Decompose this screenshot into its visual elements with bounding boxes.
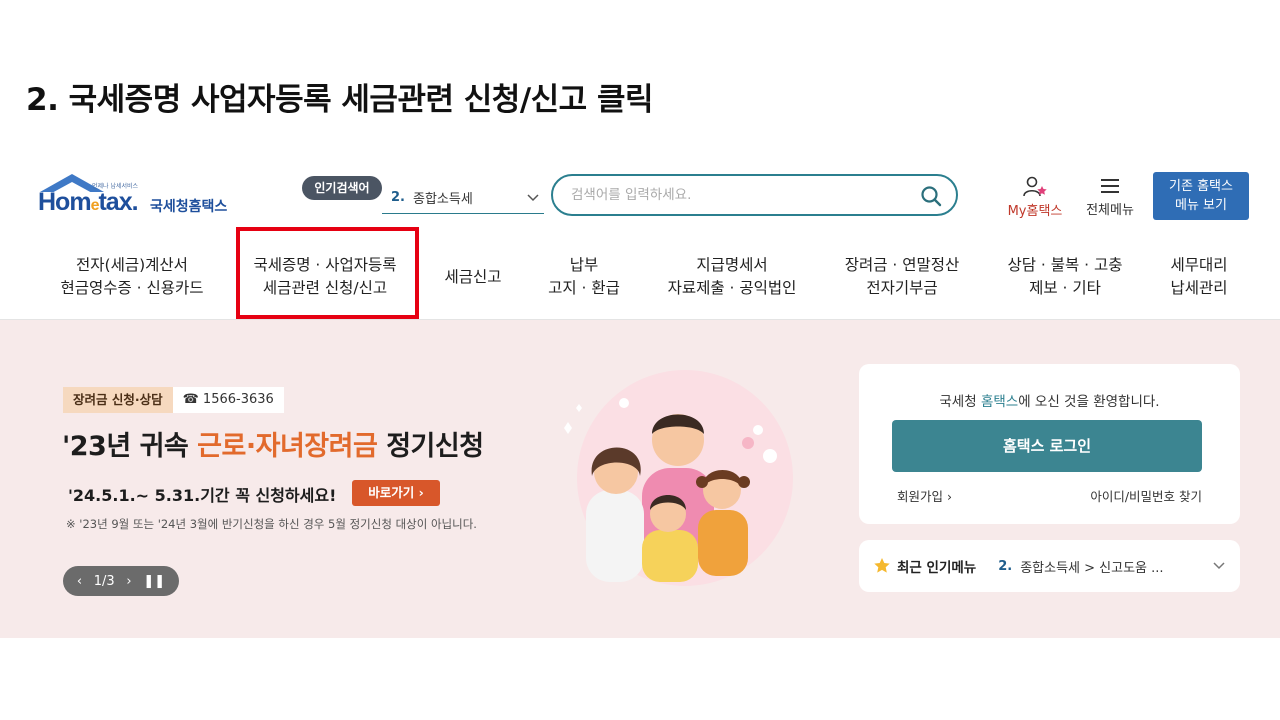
nav-label-line1: 납부	[569, 256, 599, 274]
recent-label: 최근 인기메뉴	[897, 560, 977, 576]
all-menu-label: 전체메뉴	[1086, 203, 1134, 218]
nav-label-line2: 전자기부금	[866, 279, 938, 297]
logo-name: 국세청홈택스	[150, 199, 228, 215]
promo-tag-label: 장려금 신청·상담	[63, 387, 173, 413]
nav-item-tax-agent[interactable]: 세무대리납세관리	[1170, 254, 1227, 300]
nav-item-payment-statement[interactable]: 지급명세서자료제출 · 공익법인	[668, 254, 797, 300]
popular-value: 종합소득세	[412, 192, 473, 207]
star-icon	[874, 558, 890, 573]
old-home-line2: 메뉴 보기	[1175, 198, 1227, 213]
search-bar	[551, 174, 958, 216]
prev-icon[interactable]: ‹	[77, 574, 82, 589]
promo-headline[interactable]: '23년 귀속 근로·자녀장려금 정기신청	[62, 424, 484, 463]
chevron-down-icon[interactable]	[1212, 558, 1226, 572]
all-menu-button[interactable]: 전체메뉴	[1080, 176, 1140, 220]
family-illustration	[564, 370, 793, 586]
recent-popular-menu[interactable]: 최근 인기메뉴 2. 종합소득세 > 신고도움 ...	[859, 540, 1240, 592]
hometax-header: 언제나 납세서비스 Hometax. 국세청홈택스 인기검색어 2. 종합소득세…	[0, 160, 1280, 320]
nav-label-line2: 현금영수증 · 신용카드	[60, 279, 204, 297]
welcome-text: 국세청 홈택스에 오신 것을 환영합니다.	[939, 394, 1160, 410]
slide-title: 2. 국세증명 사업자등록 세금관련 신청/신고 클릭	[26, 82, 654, 118]
nav-label-line1: 세금신고	[444, 268, 502, 286]
hamburger-icon	[1101, 179, 1119, 193]
recent-rank: 2.	[998, 558, 1013, 574]
nav-item-tax-filing[interactable]: 세금신고	[444, 266, 501, 289]
banner-pager: ‹ 1/3 › ❚❚	[63, 566, 179, 596]
nav-item-payment[interactable]: 납부고지 · 환급	[548, 254, 620, 300]
nav-label-line2: 고지 · 환급	[548, 279, 620, 297]
nav-label-line2: 제보 · 기타	[1029, 279, 1101, 297]
main-nav: 전자(세금)계산서 현금영수증 · 신용카드 국세증명 · 사업자등록 세금관련 신…	[0, 240, 1280, 320]
nav-label-line1: 세무대리	[1170, 256, 1228, 274]
chevron-right-icon: ›	[947, 489, 952, 504]
join-link[interactable]: 회원가입 ›	[897, 486, 952, 505]
popular-search-badge: 인기검색어	[302, 176, 382, 200]
chevron-right-icon: ›	[418, 485, 424, 500]
main-banner: 장려금 신청·상담 ☎ 1566-3636 '23년 귀속 근로·자녀장려금 정…	[0, 320, 1280, 638]
promo-phone: ☎ 1566-3636	[172, 387, 284, 413]
recent-value: 종합소득세 > 신고도움 ...	[1020, 560, 1164, 576]
goto-button[interactable]: 바로가기 ›	[352, 480, 440, 506]
nav-label-line2: 납세관리	[1170, 279, 1228, 297]
old-hometax-button[interactable]: 기존 홈택스 메뉴 보기	[1153, 172, 1249, 220]
pager-count: 1/3	[93, 573, 115, 589]
logo-wordmark: Hometax.	[38, 188, 139, 216]
search-icon[interactable]	[920, 185, 942, 207]
pause-icon[interactable]: ❚❚	[143, 574, 165, 589]
login-button[interactable]: 홈택스 로그인	[892, 420, 1202, 472]
nav-item-consult[interactable]: 상담 · 불복 · 고충제보 · 기타	[1007, 254, 1122, 300]
my-hometax-label: My홈택스	[1007, 204, 1063, 219]
search-input[interactable]	[571, 187, 911, 203]
nav-item-e-invoice[interactable]: 전자(세금)계산서현금영수증 · 신용카드	[60, 254, 203, 300]
popular-search-select[interactable]: 2. 종합소득세	[382, 182, 544, 214]
hometax-logo[interactable]: 언제나 납세서비스 Hometax. 국세청홈택스	[38, 174, 248, 220]
user-icon	[1023, 176, 1047, 197]
find-id-password-link[interactable]: 아이디/비밀번호 찾기	[1090, 486, 1202, 505]
chevron-down-icon	[527, 194, 539, 202]
promo-note: ※ '23년 9월 또는 '24년 3월에 반기신청을 하신 경우 5월 정기신…	[66, 517, 477, 531]
promo-tag: 장려금 신청·상담 ☎ 1566-3636	[63, 387, 284, 413]
next-icon[interactable]: ›	[126, 574, 131, 589]
nav-item-incentive[interactable]: 장려금 · 연말정산전자기부금	[845, 254, 960, 300]
nav-label-line2: 자료제출 · 공익법인	[667, 279, 797, 297]
promo-period: '24.5.1.~ 5.31.기간 꼭 신청하세요!	[68, 482, 337, 506]
nav-label-line1: 장려금 · 연말정산	[844, 256, 960, 274]
nav-label-line1: 지급명세서	[696, 256, 768, 274]
highlight-box	[236, 227, 419, 319]
nav-label-line1: 전자(세금)계산서	[76, 256, 188, 274]
my-hometax-button[interactable]: My홈택스	[1000, 176, 1070, 220]
popular-rank: 2.	[391, 190, 405, 205]
old-home-line1: 기존 홈택스	[1169, 179, 1233, 194]
nav-label-line1: 상담 · 불복 · 고충	[1007, 256, 1123, 274]
login-card: 국세청 홈택스에 오신 것을 환영합니다. 홈택스 로그인 회원가입 › 아이디…	[859, 364, 1240, 524]
